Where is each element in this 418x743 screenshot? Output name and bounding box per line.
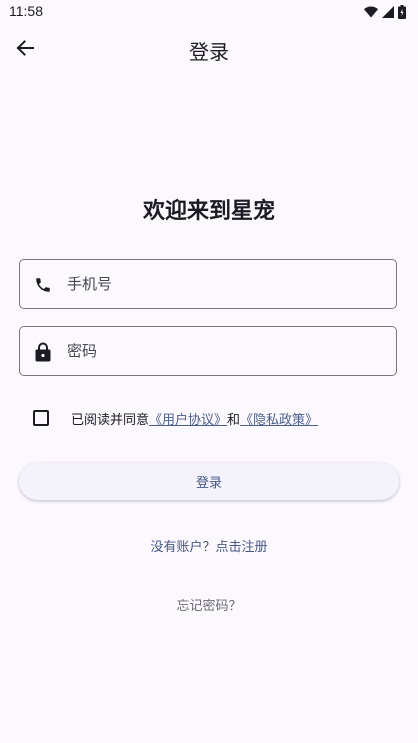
- cell-signal-icon: [382, 6, 394, 18]
- password-field[interactable]: [19, 326, 397, 376]
- login-button-label: 登录: [195, 476, 222, 491]
- status-bar: 11:58: [0, 0, 418, 24]
- phone-input[interactable]: [67, 260, 387, 308]
- forgot-password-link[interactable]: 忘记密码？: [176, 599, 241, 614]
- phone-field[interactable]: [19, 259, 397, 309]
- welcome-title: 欢迎来到星宠: [142, 199, 275, 224]
- agreement-checkbox[interactable]: [33, 410, 49, 426]
- agreement-row: 已阅读并同意 《用户协议》 和 《隐私政策》: [31, 408, 318, 428]
- page-title: 登录: [189, 40, 229, 64]
- login-button[interactable]: 登录: [19, 463, 399, 500]
- user-agreement-link[interactable]: 《用户协议》: [149, 409, 227, 428]
- password-input[interactable]: [67, 327, 387, 375]
- status-time: 11:58: [9, 3, 43, 19]
- agreement-prefix: 已阅读并同意: [71, 412, 150, 428]
- app-bar: 登录: [0, 24, 418, 72]
- privacy-policy-link[interactable]: 《隐私政策》: [240, 409, 318, 428]
- register-link[interactable]: 没有账户？点击注册: [150, 540, 267, 555]
- battery-icon: [398, 5, 406, 19]
- agreement-conjunction: 和: [227, 412, 241, 428]
- status-icons: [364, 4, 406, 20]
- wifi-icon: [364, 6, 378, 18]
- phone-icon: [36, 278, 50, 292]
- lock-icon: [35, 342, 51, 362]
